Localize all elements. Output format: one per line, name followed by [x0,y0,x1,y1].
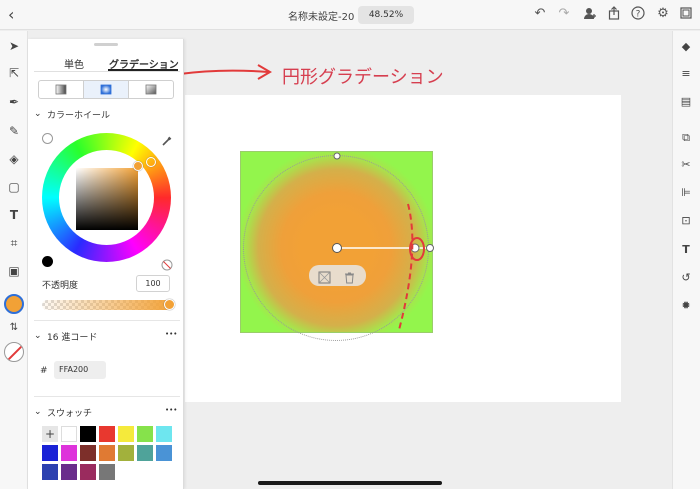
hex-section-label: 16 進コード [47,333,98,343]
swatch[interactable] [99,464,115,480]
chevron-down-icon[interactable]: ⌄ [34,109,42,119]
hex-input[interactable]: FFA200 [54,361,106,379]
swatch[interactable] [156,426,172,442]
opacity-slider[interactable] [42,300,174,310]
annotation-dashed-arc [398,203,414,331]
opacity-input[interactable]: 100 [136,275,170,292]
linear-gradient-button[interactable] [38,80,84,99]
section-divider [34,320,180,321]
swatch[interactable] [61,464,77,480]
swatches-label: スウォッチ [47,409,93,419]
chevron-down-icon[interactable]: ⌄ [34,407,42,417]
no-fill-icon[interactable] [161,256,173,271]
swatch[interactable] [80,464,96,480]
section-divider [34,396,180,397]
swatch[interactable] [42,445,58,461]
swatch[interactable] [42,464,58,480]
freeform-gradient-button[interactable] [128,80,174,99]
home-indicator [258,481,442,485]
radial-gradient-button[interactable] [83,80,129,99]
eyedropper-icon[interactable] [161,132,173,146]
saturation-handle[interactable] [133,161,143,171]
saturation-brightness-square[interactable] [76,168,138,230]
color-wheel-label: カラーホイール [47,111,111,121]
gradient-edit-icon[interactable] [318,269,331,284]
gradient-center-handle[interactable] [332,243,342,253]
swatch[interactable] [118,445,134,461]
swatch[interactable] [80,426,96,442]
tab-divider [34,71,180,72]
trash-icon[interactable] [343,269,356,284]
swatch[interactable] [80,445,96,461]
tab-solid[interactable]: 単色 [64,56,84,71]
opacity-slider-handle[interactable] [164,299,175,310]
swatch[interactable] [137,426,153,442]
hue-handle[interactable] [146,157,156,167]
swatch[interactable] [156,445,172,461]
annotation-label: 円形グラデーション [282,67,444,88]
swatches-more-menu[interactable]: ••• [165,406,177,414]
black-swatch[interactable] [42,256,53,267]
swatch[interactable] [99,426,115,442]
swatch[interactable] [61,426,77,442]
gradient-top-handle[interactable] [333,152,341,160]
swatch[interactable] [61,445,77,461]
swatch[interactable] [137,445,153,461]
chevron-down-icon[interactable]: ⌄ [34,331,42,341]
add-swatch-button[interactable]: + [42,426,58,442]
hex-more-menu[interactable]: ••• [165,330,177,338]
opacity-label: 不透明度 [42,281,79,291]
swatch[interactable] [99,445,115,461]
no-color-swatch[interactable] [42,133,53,144]
hash-label: # [40,366,48,376]
gradient-end-handle[interactable] [426,244,434,252]
panel-grabber[interactable] [94,43,118,46]
swatch[interactable] [118,426,134,442]
